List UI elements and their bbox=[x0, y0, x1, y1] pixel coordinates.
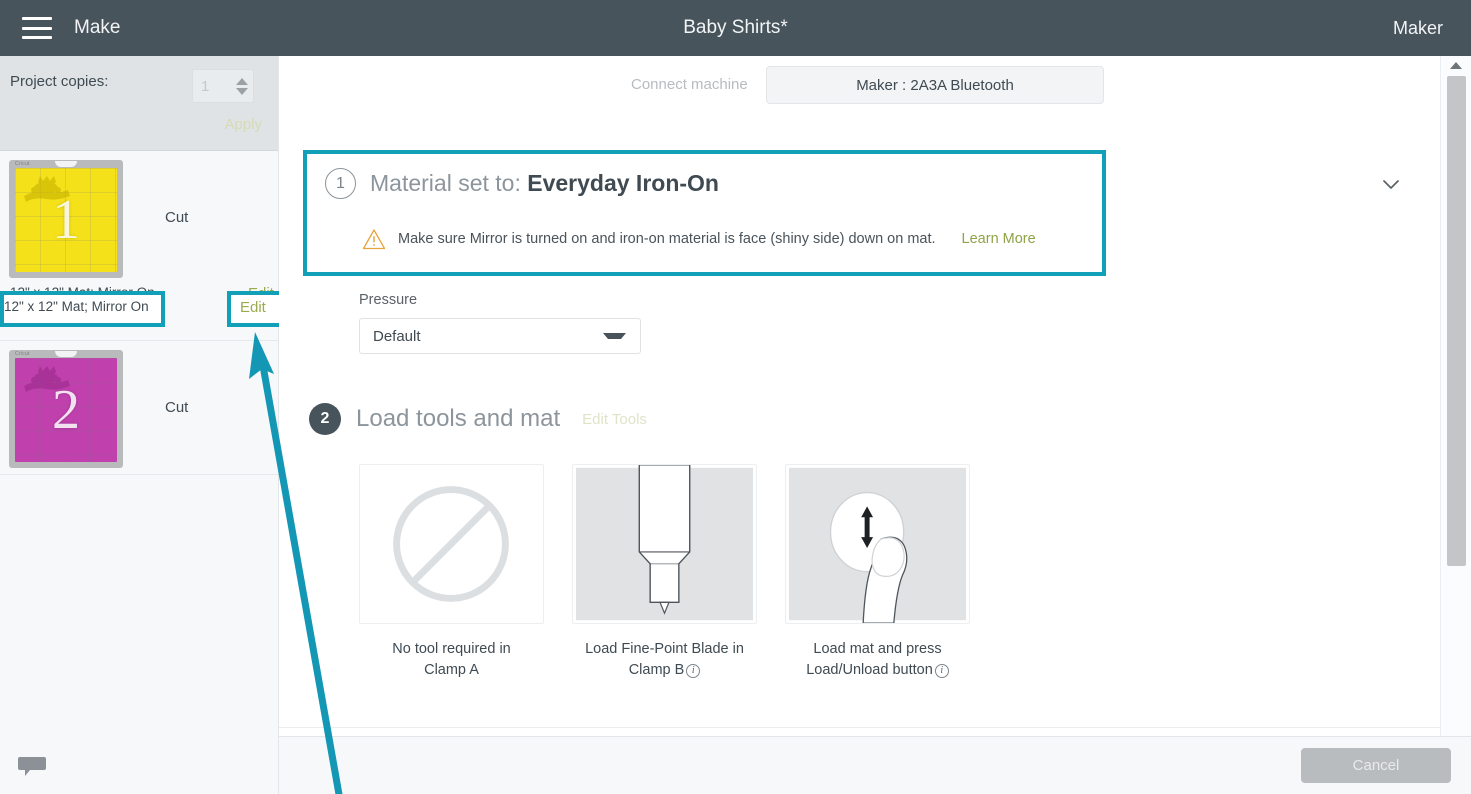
mat-number-2: 2 bbox=[52, 379, 80, 441]
tool-caption-load-mat: Load mat and press Load/Unload button i bbox=[785, 639, 970, 681]
load-unload-button-press-icon bbox=[788, 467, 967, 623]
project-title: Baby Shirts* bbox=[683, 17, 788, 38]
project-copies-label: Project copies: bbox=[10, 73, 109, 90]
bottom-bar: Cancel bbox=[0, 736, 1471, 794]
mat-surface-1: 1 bbox=[15, 168, 117, 272]
mat-sidebar: Project copies: 1 Apply Cricut 1 Cut Cri… bbox=[0, 56, 279, 794]
step1-header: 1 Material set to: Everyday Iron-On bbox=[325, 168, 719, 199]
mat-thumbnail-2[interactable]: Cricut 2 bbox=[9, 350, 123, 468]
tool-caption-clamp-b: Load Fine-Point Blade in Clamp Bi bbox=[572, 639, 757, 681]
stepper-decrement-icon[interactable] bbox=[235, 87, 248, 95]
tool-card-clamp-b: Load Fine-Point Blade in Clamp Bi bbox=[572, 464, 757, 681]
main-bottom-divider bbox=[279, 727, 1440, 728]
step1-warning-text: Make sure Mirror is turned on and iron-o… bbox=[398, 231, 936, 247]
connect-machine-row: Connect machine Maker : 2A3A Bluetooth bbox=[279, 56, 1440, 118]
pressure-value: Default bbox=[373, 327, 421, 345]
tool-caption-line1-c: Load mat and press bbox=[813, 641, 942, 657]
mat-settings-label-highlighted: 12" x 12" Mat; Mirror On bbox=[4, 299, 149, 314]
tool-caption-clamp-a: No tool required in Clamp A bbox=[359, 639, 544, 681]
chevron-down-icon[interactable] bbox=[1379, 172, 1403, 196]
tool-caption-line2-wrap-c: Load/Unload button i bbox=[785, 660, 970, 681]
apply-copies-link[interactable]: Apply bbox=[224, 116, 262, 133]
mat-number-1: 1 bbox=[52, 189, 80, 251]
pressure-select[interactable]: Default bbox=[359, 318, 641, 354]
mat-thumbnail-1[interactable]: Cricut 1 bbox=[9, 160, 123, 278]
mat-tab-notch-2 bbox=[55, 351, 77, 357]
info-icon-clamp-b[interactable]: i bbox=[686, 664, 701, 679]
tool-cards-row: No tool required in Clamp A Load Fine-Po… bbox=[359, 464, 970, 681]
scrollbar-thumb[interactable] bbox=[1447, 76, 1466, 566]
info-icon-load-mat[interactable]: i bbox=[934, 664, 949, 679]
step2-title: Load tools and mat bbox=[356, 405, 561, 432]
tool-caption-line1-a: No tool required in bbox=[392, 641, 511, 657]
tool-card-load-mat: Load mat and press Load/Unload button i bbox=[785, 464, 970, 681]
project-copies-value: 1 bbox=[201, 77, 210, 95]
mat-action-label-2: Cut bbox=[165, 399, 189, 416]
sidebar-divider-2 bbox=[0, 474, 278, 475]
mat-surface-2: 2 bbox=[15, 358, 117, 462]
make-label: Make bbox=[74, 17, 121, 38]
tool-caption-line2-wrap-b: Clamp Bi bbox=[572, 660, 757, 681]
stepper-increment-icon[interactable] bbox=[235, 77, 248, 85]
make-screen: Make Baby Shirts* Maker Project copies: … bbox=[0, 0, 1471, 794]
chat-bubble-icon[interactable] bbox=[18, 754, 46, 778]
warning-triangle-icon bbox=[362, 229, 386, 250]
tool-caption-line1-b: Load Fine-Point Blade in bbox=[585, 641, 744, 657]
tool-image-clamp-a bbox=[359, 464, 544, 624]
pressure-dropdown-caret-icon[interactable] bbox=[603, 333, 626, 339]
no-tool-circle-slash-icon bbox=[360, 465, 543, 623]
top-app-bar: Make Baby Shirts* Maker bbox=[0, 0, 1471, 56]
step1-number-badge: 1 bbox=[325, 168, 356, 199]
fine-point-blade-icon bbox=[575, 465, 754, 621]
connect-machine-label: Connect machine bbox=[631, 76, 748, 93]
main-panel: Connect machine Maker : 2A3A Bluetooth 1… bbox=[279, 56, 1440, 738]
tool-image-clamp-b bbox=[572, 464, 757, 624]
mat-brand-label-2: Cricut bbox=[15, 351, 30, 357]
hamburger-menu-icon[interactable] bbox=[22, 17, 52, 39]
step1-material-panel[interactable]: 1 Material set to: Everyday Iron-On Make… bbox=[303, 150, 1106, 276]
step1-title-prefix: Material set to: bbox=[370, 170, 521, 196]
scroll-up-arrow-icon[interactable] bbox=[1450, 62, 1462, 69]
mat-list-item-2[interactable]: Cricut 2 Cut bbox=[0, 341, 279, 474]
mat-action-label-1: Cut bbox=[165, 209, 189, 226]
step1-warning-row: Make sure Mirror is turned on and iron-o… bbox=[362, 228, 1036, 250]
stepper-arrows[interactable] bbox=[233, 70, 253, 102]
machine-select-button[interactable]: Maker : 2A3A Bluetooth bbox=[766, 66, 1104, 104]
step2-number-badge: 2 bbox=[309, 403, 341, 435]
pressure-label: Pressure bbox=[359, 292, 418, 308]
edit-tools-link[interactable]: Edit Tools bbox=[582, 411, 647, 428]
mat-brand-label-1: Cricut bbox=[15, 161, 30, 167]
step1-material-value: Everyday Iron-On bbox=[527, 170, 719, 196]
project-copies-stepper[interactable]: 1 bbox=[192, 69, 254, 103]
mat-list-item-1[interactable]: Cricut 1 Cut 12" x 12" Mat; Mirror On Ed bbox=[0, 151, 278, 302]
cancel-button[interactable]: Cancel bbox=[1301, 748, 1451, 783]
tool-image-load-mat bbox=[785, 464, 970, 624]
mat-edit-link-highlighted[interactable]: Edit bbox=[240, 299, 266, 316]
mat-tab-notch bbox=[55, 161, 77, 167]
tool-caption-line2-c: Load/Unload button bbox=[806, 662, 933, 679]
machine-name-label: Maker bbox=[1392, 17, 1443, 38]
learn-more-link[interactable]: Learn More bbox=[962, 231, 1036, 247]
project-copies-row: Project copies: 1 Apply bbox=[0, 56, 278, 151]
main-scrollbar[interactable] bbox=[1440, 56, 1471, 794]
tool-caption-line2-b: Clamp B bbox=[628, 662, 685, 679]
step1-title: Material set to: Everyday Iron-On bbox=[370, 170, 719, 197]
tool-card-clamp-a: No tool required in Clamp A bbox=[359, 464, 544, 681]
step2-header: 2 Load tools and mat Edit Tools bbox=[309, 403, 647, 435]
tool-caption-line2-a: Clamp A bbox=[424, 662, 479, 679]
